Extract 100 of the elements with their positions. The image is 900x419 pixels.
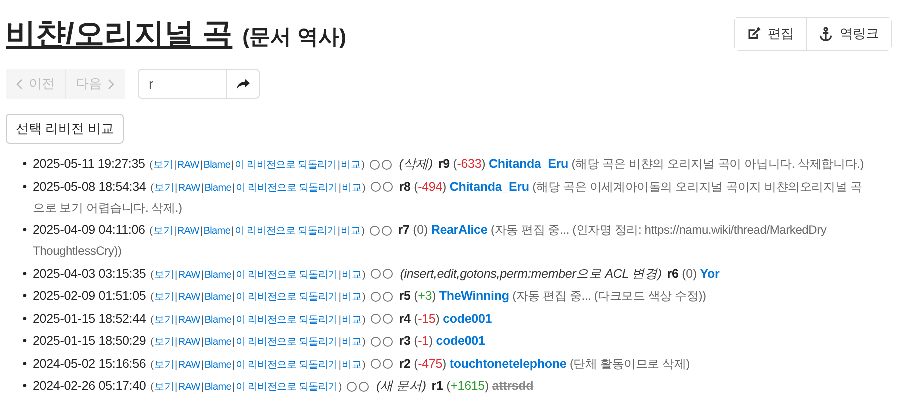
revision-link[interactable]: 이 리비전으로 되돌리기 (236, 314, 338, 326)
revision-link[interactable]: Blame (204, 314, 232, 326)
separator: | (338, 270, 342, 280)
revision-link[interactable]: RAW (178, 270, 200, 280)
revision-link[interactable]: 비교 (341, 160, 361, 171)
revision-input[interactable]: r (138, 69, 226, 99)
compare-radio[interactable] (370, 292, 381, 302)
user-link[interactable]: touchtonetelephone (450, 356, 567, 370)
compare-radio[interactable] (370, 336, 381, 347)
page-title[interactable]: 비챤/오리지널 곡 (6, 14, 233, 55)
compare-radio[interactable] (370, 314, 381, 324)
compare-radio[interactable] (382, 160, 392, 170)
revision-link[interactable]: 보기 (154, 160, 174, 171)
revision-link[interactable]: Blame (204, 360, 232, 370)
compare-revisions-button[interactable]: 선택 리비전 비교 (6, 114, 124, 144)
revision-link[interactable]: 비교 (342, 314, 362, 326)
separator: ( (150, 226, 153, 237)
separator: | (338, 314, 342, 326)
revision-time: 2024-02-26 05:17:40 (33, 379, 146, 393)
revision-time: 2025-01-15 18:52:44 (33, 312, 146, 326)
revision-link[interactable]: 보기 (154, 337, 174, 348)
backlinks-button[interactable]: 역링크 (806, 18, 891, 50)
revision-time: 2024-05-02 15:16:56 (33, 356, 146, 370)
revision-link[interactable]: RAW (178, 360, 200, 370)
revision-link[interactable]: Blame (204, 182, 232, 194)
user-link[interactable]: Chitanda_Eru (489, 157, 568, 171)
go-button[interactable] (226, 69, 260, 99)
revision-link[interactable]: 이 리비전으로 되돌리기 (234, 226, 337, 237)
revision-link[interactable]: 비교 (342, 337, 362, 348)
revision-link[interactable]: RAW (177, 226, 200, 237)
revision-link[interactable]: Blame (204, 292, 232, 303)
revision-link[interactable]: 이 리비전으로 되돌리기 (236, 337, 338, 348)
size-change: (0) (682, 266, 697, 280)
revision-time: 2025-04-09 04:11:06 (33, 223, 146, 237)
separator: | (201, 182, 204, 194)
revision-link[interactable]: 이 리비전으로 되돌리기 (236, 270, 338, 280)
user-link[interactable]: Chitanda_Eru (450, 180, 530, 194)
compare-radio[interactable] (370, 160, 380, 170)
revision-link[interactable]: RAW (178, 337, 200, 348)
edit-icon (747, 27, 761, 41)
revision-link[interactable]: 보기 (154, 292, 174, 303)
compare-radio[interactable] (382, 314, 393, 324)
user-link[interactable]: code001 (436, 334, 486, 348)
separator: | (200, 160, 203, 171)
revision-link[interactable]: 비교 (342, 270, 362, 280)
separator: | (201, 337, 204, 348)
compare-radio[interactable] (370, 359, 381, 370)
revision-link[interactable]: 비교 (342, 292, 362, 303)
revision-number: r5 (399, 289, 411, 303)
revision-link[interactable]: 보기 (154, 314, 174, 326)
revision-time: 2025-02-09 01:51:05 (33, 289, 146, 303)
user-link[interactable]: RearAlice (431, 223, 488, 237)
revision-number: r9 (438, 157, 450, 171)
revision-link[interactable]: Blame (204, 160, 231, 171)
compare-radio[interactable] (347, 382, 358, 392)
revision-link[interactable]: 이 리비전으로 되돌리기 (236, 382, 338, 393)
size-change: (-633) (453, 157, 486, 171)
revision-link[interactable]: 보기 (154, 182, 174, 194)
compare-radio[interactable] (370, 226, 380, 236)
separator: | (338, 292, 342, 303)
revision-link[interactable]: 비교 (342, 360, 362, 370)
edit-summary: ThoughtlessCry)) (33, 243, 123, 260)
revision-link[interactable]: Blame (204, 337, 232, 348)
revision-link[interactable]: RAW (177, 160, 200, 171)
compare-radio[interactable] (382, 226, 392, 236)
compare-radio[interactable] (370, 269, 381, 280)
user-link[interactable]: code001 (443, 312, 492, 326)
revision-link[interactable]: Blame (204, 226, 231, 237)
revision-link[interactable]: RAW (178, 382, 200, 393)
revision-link[interactable]: RAW (178, 314, 200, 326)
revision-link[interactable]: 보기 (154, 360, 174, 370)
revision-link[interactable]: RAW (178, 182, 200, 194)
edit-summary: (자동 편집 중... (인자명 정리: https://namu.wiki/thread/MarkedDry (490, 223, 827, 237)
revision-number: r4 (399, 312, 411, 326)
compare-radio[interactable] (382, 292, 393, 302)
edit-summary: (단체 활동이므로 삭제) (570, 356, 690, 370)
revision-link[interactable]: Blame (204, 382, 232, 393)
compare-radio[interactable] (370, 182, 381, 192)
compare-radio[interactable] (382, 269, 393, 280)
user-link[interactable]: TheWinning (439, 289, 510, 303)
revision-link[interactable]: 이 리비전으로 되돌리기 (236, 292, 338, 303)
revision-link[interactable]: RAW (178, 292, 200, 303)
revision-link[interactable]: 보기 (154, 270, 174, 280)
separator: | (201, 314, 204, 326)
compare-radio[interactable] (382, 359, 393, 370)
revision-link[interactable]: 이 리비전으로 되돌리기 (234, 160, 337, 171)
revision-link[interactable]: 비교 (341, 226, 361, 237)
revision-link[interactable]: 이 리비전으로 되돌리기 (236, 182, 338, 194)
revision-link[interactable]: 보기 (154, 226, 174, 237)
revision-note: (삭제) (399, 157, 434, 171)
bullet: • (22, 178, 28, 196)
revision-link[interactable]: 이 리비전으로 되돌리기 (236, 360, 338, 370)
compare-radio[interactable] (382, 182, 393, 192)
revision-link[interactable]: Blame (204, 270, 232, 280)
revision-link[interactable]: 비교 (342, 182, 362, 194)
user-link[interactable]: Yor (700, 266, 720, 280)
compare-radio[interactable] (359, 382, 370, 392)
compare-radio[interactable] (382, 336, 393, 347)
revision-note: (insert,edit,gotons,perm:member으로 ACL 변경) (400, 266, 662, 280)
revision-link[interactable]: 보기 (154, 382, 174, 393)
